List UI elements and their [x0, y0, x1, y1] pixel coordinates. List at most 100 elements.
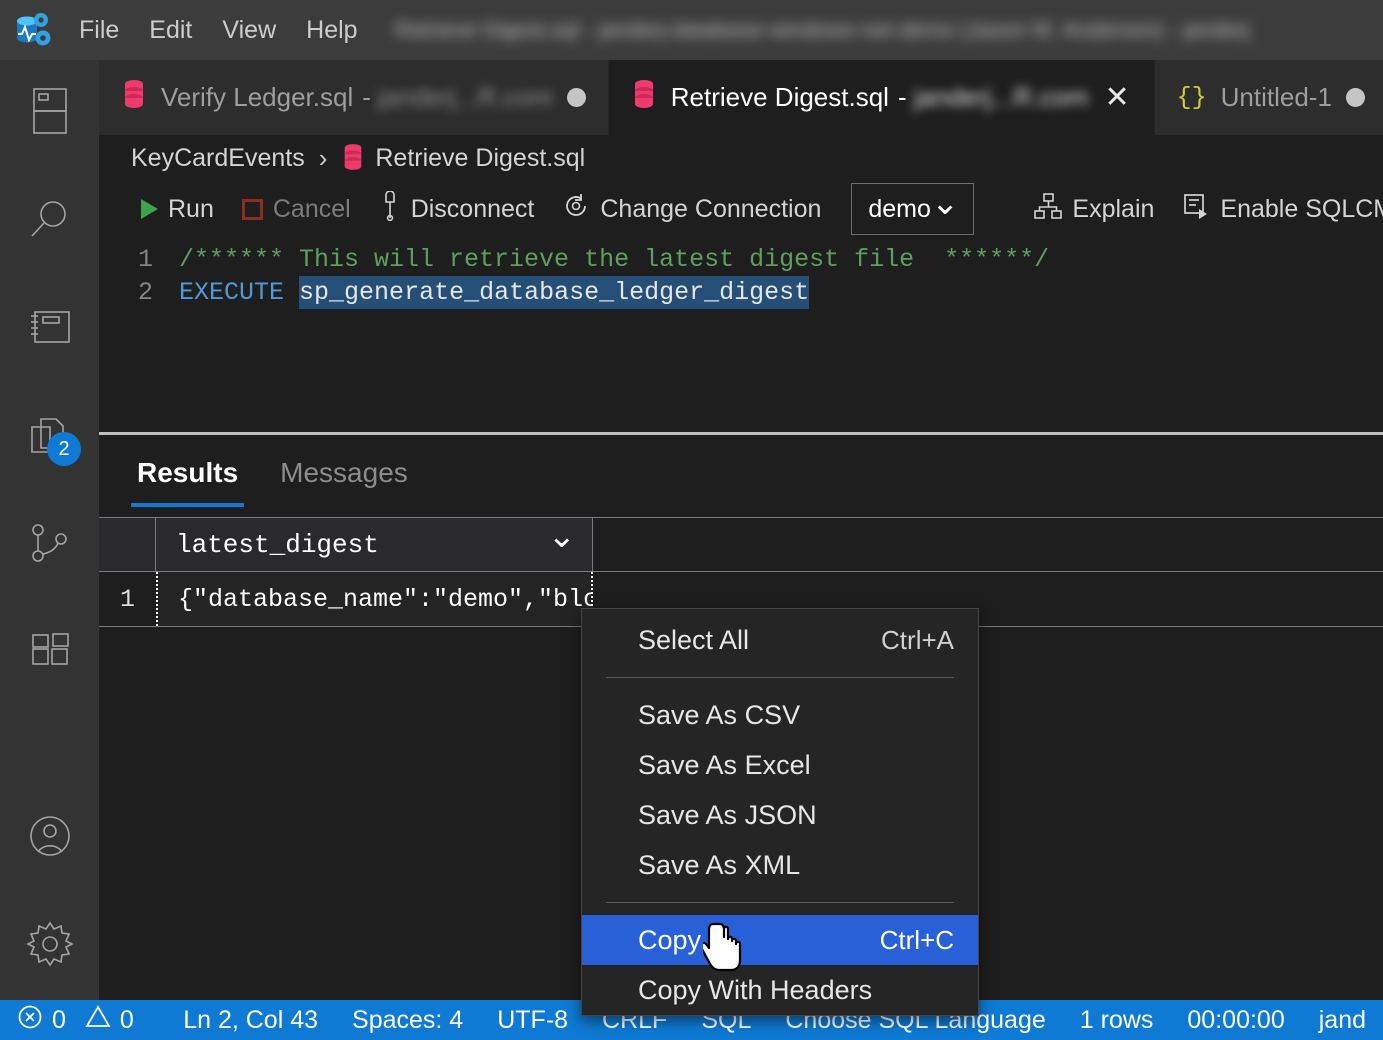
run-label: Run — [168, 195, 214, 224]
menu-file[interactable]: File — [64, 0, 134, 60]
line-number: 2 — [99, 276, 179, 309]
status-indentation[interactable]: Spaces: 4 — [335, 1000, 480, 1040]
search-icon — [27, 197, 73, 248]
menu-help[interactable]: Help — [291, 0, 372, 60]
code-space — [284, 276, 299, 309]
line-number: 1 — [99, 243, 179, 276]
menu-item-label: Save As XML — [638, 850, 800, 881]
tab-label: Untitled-1 — [1221, 82, 1332, 113]
sql-database-icon — [631, 79, 657, 116]
editor-tab-bar: Verify Ledger.sql - janderj...R.com — [99, 60, 1383, 135]
enable-sqlcmd-label: Enable SQLCMD — [1220, 195, 1383, 224]
cancel-button[interactable]: Cancel — [228, 184, 365, 234]
menu-item-copy[interactable]: Copy Ctrl+C — [582, 915, 978, 965]
hierarchy-icon — [1034, 192, 1062, 227]
menu-item-copy-with-headers[interactable]: Copy With Headers — [582, 965, 978, 1015]
menu-item-label: Copy With Headers — [638, 975, 872, 1006]
menu-item-select-all[interactable]: Select All Ctrl+A — [582, 615, 978, 665]
refresh-connection-icon — [562, 192, 590, 227]
azure-data-studio-window: File Edit View Help Retrieve Digest.sql … — [0, 0, 1383, 1040]
menu-item-shortcut: Ctrl+C — [880, 925, 954, 956]
grid-column-header-latest-digest[interactable]: latest_digest ⌄ — [156, 518, 593, 571]
code-editor[interactable]: 1 /****** This will retrieve the latest … — [99, 243, 1383, 309]
tab-dirty-indicator[interactable] — [567, 88, 586, 107]
menu-item-save-as-csv[interactable]: Save As CSV — [582, 690, 978, 740]
grid-corner-cell[interactable] — [99, 518, 156, 571]
menu-item-shortcut: Ctrl+A — [881, 625, 954, 656]
activity-bar: 2 — [0, 60, 99, 1000]
sqlcmd-icon — [1182, 192, 1210, 227]
window-title: Retrieve Digest.sql - janderj-database-w… — [395, 17, 1383, 43]
menu-item-label: Save As CSV — [638, 700, 800, 731]
branch-icon — [27, 522, 73, 571]
tab-dirty-indicator[interactable] — [1346, 88, 1365, 107]
tab-untitled-1[interactable]: {} Untitled-1 — [1155, 60, 1383, 135]
app-logo-icon — [0, 0, 64, 60]
sql-database-icon — [121, 79, 147, 116]
gear-icon — [25, 919, 75, 974]
disconnect-button[interactable]: Disconnect — [365, 184, 549, 234]
tab-retrieve-digest[interactable]: Retrieve Digest.sql - janderj...R.com ✕ — [609, 60, 1155, 135]
status-user[interactable]: jand — [1302, 1000, 1383, 1040]
title-bar: File Edit View Help Retrieve Digest.sql … — [0, 0, 1383, 60]
code-comment: /****** This will retrieve the latest di… — [179, 243, 1049, 276]
run-button[interactable]: Run — [127, 184, 228, 234]
status-row-count: 1 rows — [1063, 1000, 1171, 1040]
menu-item-save-as-excel[interactable]: Save As Excel — [582, 740, 978, 790]
source-control-badge: 2 — [47, 432, 81, 466]
sidebar-item-settings[interactable] — [0, 892, 99, 1000]
menu-separator — [606, 677, 954, 678]
tab-separator: - — [898, 82, 907, 113]
status-encoding[interactable]: UTF-8 — [480, 1000, 585, 1040]
account-icon — [26, 812, 74, 865]
breadcrumb-leaf[interactable]: Retrieve Digest.sql — [375, 144, 585, 173]
database-dropdown[interactable]: demo ⌄ — [851, 183, 974, 235]
close-icon[interactable]: ✕ — [1102, 83, 1131, 113]
disconnect-label: Disconnect — [411, 195, 535, 224]
code-line: 2 EXECUTE sp_generate_database_ledger_di… — [99, 276, 1383, 309]
menu-item-save-as-json[interactable]: Save As JSON — [582, 790, 978, 840]
grid-header-row: latest_digest ⌄ — [99, 517, 1383, 572]
tab-messages[interactable]: Messages — [274, 457, 414, 507]
explain-label: Explain — [1072, 195, 1154, 224]
menu-item-label: Save As JSON — [638, 800, 817, 831]
sidebar-item-extensions[interactable] — [0, 600, 99, 708]
sidebar-item-servers[interactable] — [0, 60, 99, 168]
breadcrumb: KeyCardEvents › Retrieve Digest.sql — [99, 135, 1383, 181]
change-connection-button[interactable]: Change Connection — [548, 184, 835, 234]
code-line: 1 /****** This will retrieve the latest … — [99, 243, 1383, 276]
warning-icon — [85, 1004, 111, 1037]
menu-item-label: Copy — [638, 925, 701, 956]
servers-icon — [30, 86, 70, 143]
tab-results[interactable]: Results — [131, 457, 244, 507]
explain-button[interactable]: Explain — [1020, 184, 1168, 234]
grid-cell-latest-digest[interactable]: {"database_name":"demo","blo… — [156, 572, 593, 626]
sidebar-item-connections[interactable] — [0, 492, 99, 600]
results-context-menu: Select All Ctrl+A Save As CSV Save As Ex… — [581, 608, 979, 1016]
tab-subtitle-redacted: janderj...R.com — [378, 82, 553, 113]
error-icon — [17, 1004, 43, 1037]
menu-separator — [606, 902, 954, 903]
sidebar-item-notebooks[interactable] — [0, 276, 99, 384]
menu-view[interactable]: View — [207, 0, 291, 60]
breadcrumb-root[interactable]: KeyCardEvents — [131, 144, 305, 173]
tab-label: Verify Ledger.sql — [161, 82, 353, 113]
column-header-label: latest_digest — [176, 530, 379, 560]
status-cursor-position[interactable]: Ln 2, Col 43 — [166, 1000, 335, 1040]
tab-verify-ledger[interactable]: Verify Ledger.sql - janderj...R.com — [99, 60, 609, 135]
tab-separator: - — [362, 82, 371, 113]
enable-sqlcmd-button[interactable]: Enable SQLCMD — [1168, 184, 1383, 234]
code-selected-text: sp_generate_database_ledger_digest — [299, 276, 809, 309]
sql-database-icon — [341, 143, 365, 174]
menu-item-save-as-xml[interactable]: Save As XML — [582, 840, 978, 890]
tab-subtitle-redacted: janderj...R.com — [914, 82, 1089, 113]
chevron-right-icon: › — [319, 143, 328, 174]
sidebar-item-source-control[interactable]: 2 — [0, 384, 99, 492]
status-problems[interactable]: 0 0 — [0, 1000, 151, 1040]
sidebar-item-account[interactable] — [0, 784, 99, 892]
sidebar-item-search[interactable] — [0, 168, 99, 276]
play-icon — [141, 199, 158, 219]
results-tabs: Results Messages — [99, 435, 1383, 507]
query-toolbar: Run Cancel Disconnect — [99, 181, 1383, 237]
menu-edit[interactable]: Edit — [134, 0, 207, 60]
